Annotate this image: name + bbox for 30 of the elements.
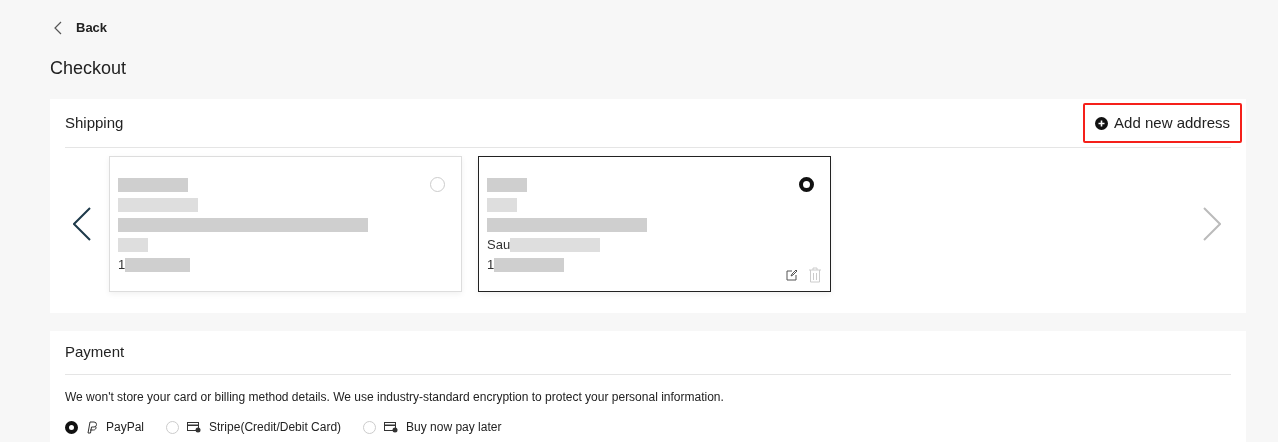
option-label: PayPal [106, 419, 145, 436]
blurred-text [494, 258, 565, 272]
edit-icon[interactable] [786, 269, 798, 281]
section-title: Shipping [65, 112, 124, 133]
blurred-text [487, 198, 517, 212]
blurred-text [125, 258, 191, 272]
option-label: Stripe(Credit/Debit Card) [209, 419, 342, 436]
blurred-text [118, 178, 188, 192]
section-title: Payment [65, 342, 125, 363]
blurred-text [118, 238, 148, 252]
back-link[interactable]: Back [76, 18, 108, 38]
radio-button[interactable] [65, 420, 78, 434]
address-card[interactable]: 1 [109, 156, 462, 292]
add-address-button[interactable]: Add new address [1083, 103, 1242, 143]
option-label: Buy now pay later [406, 419, 502, 436]
payment-option[interactable]: PayPal [65, 418, 145, 436]
paypal-icon [86, 420, 98, 434]
privacy-notice: We won't store your card or billing method details. We use industry-standard encryption to protect your personal information. [65, 389, 725, 406]
payment-option[interactable]: Buy now pay later [363, 418, 502, 436]
radio-button[interactable] [799, 177, 814, 192]
card-icon [384, 421, 399, 433]
blurred-text [487, 178, 527, 192]
page-title: Checkout [50, 57, 128, 80]
address-text: 1 [487, 256, 495, 275]
address-text: Sau [487, 236, 511, 255]
address-card[interactable]: Sau 1 [478, 156, 831, 292]
payment-option[interactable]: Stripe(Credit/Debit Card) [166, 418, 342, 436]
card-icon [187, 421, 202, 433]
plus-circle-icon [1095, 116, 1109, 130]
address-text: 1 [118, 256, 126, 275]
